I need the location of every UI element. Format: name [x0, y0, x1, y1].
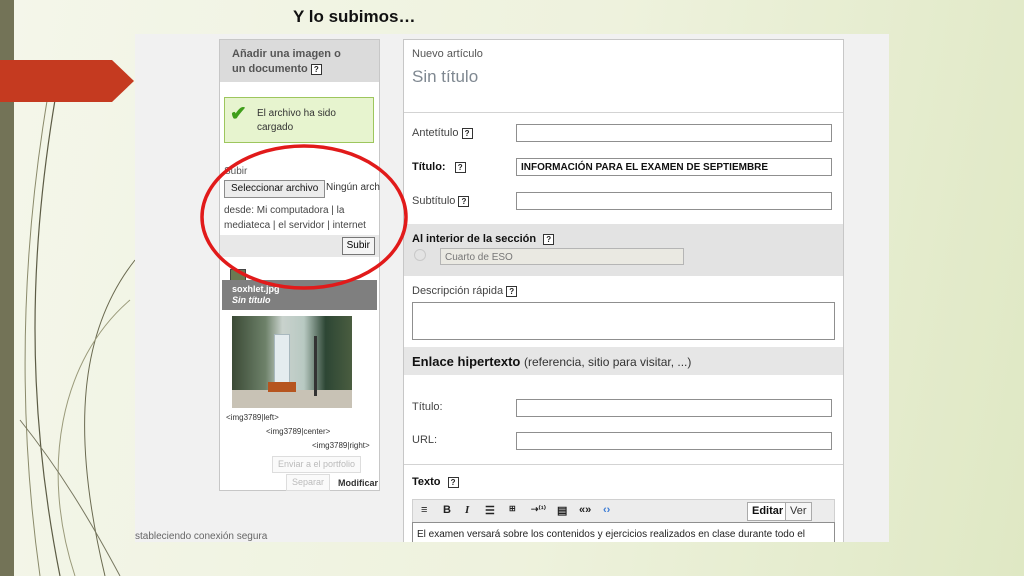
- link-title-label: Título:: [412, 401, 443, 413]
- new-article-label: Nuevo artículo: [412, 48, 483, 60]
- image-code-left: <img3789|left>: [226, 413, 279, 422]
- image-code-center: <img3789|center>: [266, 427, 331, 436]
- divider: [404, 464, 843, 465]
- upload-panel-header: Añadir una imagen o un documento ?: [220, 40, 379, 82]
- help-icon[interactable]: ?: [458, 196, 470, 207]
- send-to-portfolio-button[interactable]: Enviar a el portfolio: [272, 456, 362, 473]
- upload-submit-button[interactable]: Subir: [341, 237, 375, 255]
- italic-icon[interactable]: I: [465, 504, 469, 516]
- link-icon[interactable]: ⊞: [509, 504, 516, 513]
- subtitulo-label: Subtítulo ?: [412, 195, 470, 207]
- link-section-header: Enlace hipertexto (referencia, sitio par…: [404, 347, 843, 375]
- help-icon[interactable]: ?: [454, 162, 466, 173]
- section-selector: Al interior de la sección ? Cuarto de ES…: [404, 224, 843, 276]
- upload-source-links[interactable]: desde: Mi computadora | la mediateca | e…: [224, 203, 374, 233]
- upload-label: Subir: [224, 166, 248, 177]
- attachment-thumbnail-image[interactable]: [232, 316, 352, 408]
- list-icon[interactable]: ☰: [485, 504, 495, 517]
- text-content-area[interactable]: El examen versará sobre los contenidos y…: [412, 522, 835, 542]
- link-url-label: URL:: [412, 434, 438, 446]
- search-icon[interactable]: [414, 249, 426, 261]
- upload-submit-row: Subir: [220, 235, 379, 257]
- article-title: Sin título: [412, 67, 479, 86]
- tab-view[interactable]: Ver: [785, 502, 812, 521]
- help-icon[interactable]: ?: [543, 234, 555, 245]
- slide-title: Y lo subimos…: [293, 7, 416, 26]
- section-input[interactable]: Cuarto de ESO: [440, 248, 684, 265]
- help-icon[interactable]: ?: [447, 477, 459, 488]
- upload-panel-title: Añadir una imagen o un documento: [232, 48, 341, 75]
- attachment-title: Sin título: [232, 295, 271, 305]
- select-file-button[interactable]: Seleccionar archivo: [224, 180, 326, 198]
- tab-edit[interactable]: Editar: [747, 502, 789, 521]
- link-heading: Enlace hipertexto: [412, 354, 521, 369]
- modify-link[interactable]: Modificar: [338, 478, 378, 488]
- titulo-label: Título: ?: [412, 161, 466, 173]
- section-label: Al interior de la sección ?: [412, 233, 555, 245]
- separate-button[interactable]: Separar: [286, 474, 331, 491]
- red-arrow-accent: [0, 60, 134, 102]
- footnote-icon[interactable]: ⇢⁽¹⁾: [531, 504, 546, 515]
- quote-icon[interactable]: «»: [579, 504, 591, 516]
- subtitulo-input[interactable]: [516, 192, 832, 210]
- no-file-text: Ningún arch: [326, 182, 380, 193]
- antetitulo-input[interactable]: [516, 124, 832, 142]
- attachment-header: soxhlet.jpg Sin título: [222, 280, 377, 310]
- description-textarea[interactable]: [412, 302, 835, 340]
- text-label: Texto ?: [412, 476, 459, 488]
- checkmark-icon: ✔: [230, 103, 247, 125]
- help-icon[interactable]: ?: [310, 64, 322, 75]
- browser-status-text: stableciendo conexión segura: [135, 531, 268, 542]
- divider: [404, 112, 843, 113]
- antetitulo-label: Antetítulo ?: [412, 127, 473, 139]
- bold-icon[interactable]: B: [443, 504, 451, 516]
- upload-success-message: El archivo ha sido cargado: [257, 108, 336, 133]
- text-editor-toolbar: ≡ B I ☰ ⊞ ⇢⁽¹⁾ ▤ «» ‹› Editar Ver: [412, 499, 835, 523]
- link-url-input[interactable]: [516, 432, 832, 450]
- link-hint: (referencia, sitio para visitar, ...): [524, 355, 692, 369]
- help-icon[interactable]: ?: [461, 128, 473, 139]
- link-title-input[interactable]: [516, 399, 832, 417]
- image-code-right: <img3789|right>: [312, 441, 370, 450]
- attachment-filename: soxhlet.jpg: [232, 284, 280, 294]
- upload-success-box: ✔ El archivo ha sido cargado: [224, 97, 374, 143]
- block-icon[interactable]: ▤: [557, 504, 567, 517]
- code-icon[interactable]: ‹›: [603, 504, 610, 516]
- upload-panel: Añadir una imagen o un documento ? ✔ El …: [219, 39, 380, 491]
- help-icon[interactable]: ?: [506, 286, 518, 297]
- text-content: El examen versará sobre los contenidos y…: [417, 529, 805, 540]
- screenshot-frame: stableciendo conexión segura Añadir una …: [135, 34, 889, 542]
- titulo-input[interactable]: INFORMACIÓN PARA EL EXAMEN DE SEPTIEMBRE: [516, 158, 832, 176]
- description-label: Descripción rápida ?: [412, 285, 518, 297]
- align-icon[interactable]: ≡: [421, 504, 427, 516]
- article-form: Nuevo artículo Sin título Antetítulo ? T…: [403, 39, 844, 542]
